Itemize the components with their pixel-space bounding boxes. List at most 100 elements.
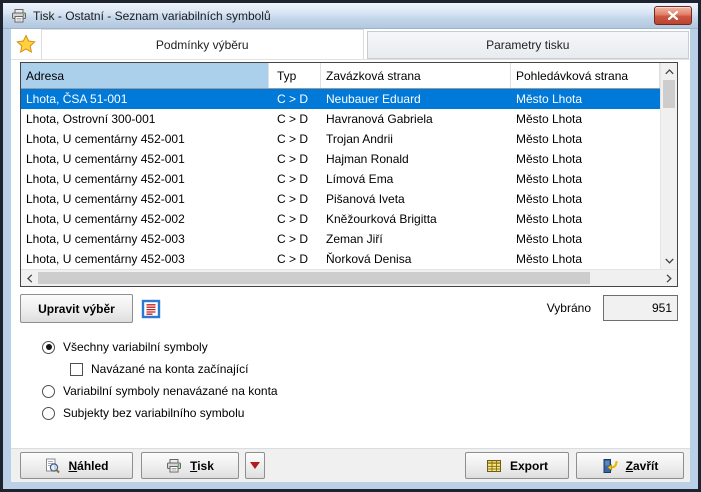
- tab-selection-conditions[interactable]: Podmínky výběru: [41, 29, 364, 59]
- table-cell[interactable]: C > D: [269, 109, 321, 129]
- radio-label: Variabilní symboly nenavázané na konta: [63, 384, 278, 398]
- dialog-client-area: Podmínky výběru Parametry tisku Adresa T…: [11, 29, 690, 482]
- table-cell[interactable]: Lhota, U cementárny 452-003: [21, 229, 269, 249]
- spreadsheet-icon: [486, 458, 502, 474]
- table-cell[interactable]: Límová Ema: [321, 169, 511, 189]
- tab-label: Parametry tisku: [486, 38, 569, 52]
- export-button[interactable]: Export: [465, 452, 569, 479]
- selection-list-button[interactable]: [138, 296, 164, 322]
- horizontal-scroll-thumb[interactable]: [38, 272, 590, 284]
- table-row[interactable]: Lhota, U cementárny 452-001C > DPišanová…: [21, 189, 660, 209]
- scroll-up-arrow-icon[interactable]: [661, 63, 677, 80]
- table-row[interactable]: Lhota, U cementárny 452-001C > DHajman R…: [21, 149, 660, 169]
- radio-label: Subjekty bez variabilního symbolu: [63, 406, 244, 420]
- column-header-zavazkova[interactable]: Zavázková strana: [321, 63, 511, 88]
- dropdown-arrow-icon: [250, 462, 260, 469]
- table-cell[interactable]: Lhota, U cementárny 452-001: [21, 129, 269, 149]
- table-row[interactable]: Lhota, U cementárny 452-001C > DTrojan A…: [21, 129, 660, 149]
- table-cell[interactable]: C > D: [269, 149, 321, 169]
- scroll-down-arrow-icon[interactable]: [661, 252, 677, 269]
- preview-button[interactable]: Náhled: [20, 452, 133, 479]
- selected-count-field: 951: [603, 295, 678, 321]
- radio-icon[interactable]: [42, 385, 55, 398]
- column-header-adresa[interactable]: Adresa: [21, 63, 269, 88]
- table-cell[interactable]: C > D: [269, 89, 321, 109]
- tab-strip: Podmínky výběru Parametry tisku: [11, 29, 690, 60]
- radio-icon[interactable]: [42, 407, 55, 420]
- table-cell[interactable]: Město Lhota: [511, 249, 660, 269]
- table-cell[interactable]: Zeman Jiří: [321, 229, 511, 249]
- window-title: Tisk - Ostatní - Seznam variabilních sym…: [33, 9, 271, 23]
- table-cell[interactable]: Město Lhota: [511, 129, 660, 149]
- favorite-button[interactable]: [11, 29, 41, 59]
- table-cell[interactable]: Lhota, U cementárny 452-002: [21, 209, 269, 229]
- column-header-typ[interactable]: Typ: [269, 63, 321, 88]
- radio-subjects-without-symbol[interactable]: Subjekty bez variabilního symbolu: [42, 406, 244, 420]
- table-cell[interactable]: Pišanová Iveta: [321, 189, 511, 209]
- table-cell[interactable]: Město Lhota: [511, 169, 660, 189]
- table-cell[interactable]: Trojan Andrii: [321, 129, 511, 149]
- radio-symbols-not-linked[interactable]: Variabilní symboly nenavázané na konta: [42, 384, 278, 398]
- table-row[interactable]: Lhota, U cementárny 452-003C > DZeman Ji…: [21, 229, 660, 249]
- table-cell[interactable]: Město Lhota: [511, 229, 660, 249]
- table-row[interactable]: Lhota, Ostrovní 300-001C > DHavranová Ga…: [21, 109, 660, 129]
- table-row[interactable]: Lhota, U cementárny 452-001C > DLímová E…: [21, 169, 660, 189]
- horizontal-scrollbar[interactable]: [21, 269, 677, 286]
- table-row[interactable]: Lhota, U cementárny 452-003C > DŇorková …: [21, 249, 660, 269]
- table-cell[interactable]: C > D: [269, 249, 321, 269]
- preview-button-label: Náhled: [68, 459, 108, 473]
- table-cell[interactable]: Město Lhota: [511, 109, 660, 129]
- table-cell[interactable]: Lhota, U cementárny 452-001: [21, 149, 269, 169]
- title-bar[interactable]: Tisk - Ostatní - Seznam variabilních sym…: [3, 3, 698, 29]
- table-cell[interactable]: Lhota, U cementárny 452-001: [21, 169, 269, 189]
- scroll-left-arrow-icon[interactable]: [21, 270, 38, 287]
- tab-label: Podmínky výběru: [156, 38, 249, 52]
- table-row[interactable]: Lhota, ČSA 51-001C > DNeubauer EduardMěs…: [21, 89, 660, 109]
- checkbox-linked-accounts[interactable]: Navázané na konta začínající: [70, 362, 248, 376]
- vertical-scrollbar[interactable]: [660, 63, 677, 269]
- star-icon: [16, 34, 36, 54]
- checkbox-box[interactable]: [70, 363, 83, 376]
- column-header-pohledavkova[interactable]: Pohledávková strana: [511, 63, 660, 88]
- print-button-label: Tisk: [190, 459, 214, 473]
- table-cell[interactable]: Město Lhota: [511, 89, 660, 109]
- table-cell[interactable]: Lhota, U cementárny 452-001: [21, 189, 269, 209]
- print-preview-icon: [44, 458, 60, 474]
- radio-all-variable-symbols[interactable]: Všechny variabilní symboly: [42, 340, 208, 354]
- close-icon: [667, 11, 679, 20]
- close-dialog-button[interactable]: Zavřít: [576, 452, 684, 479]
- close-button-label: Zavřít: [626, 459, 659, 473]
- vertical-scroll-thumb[interactable]: [663, 80, 675, 108]
- footer-bar: Náhled Tisk: [11, 448, 690, 482]
- table-cell[interactable]: Město Lhota: [511, 189, 660, 209]
- printer-icon: [166, 458, 182, 474]
- table-body: Lhota, ČSA 51-001C > DNeubauer EduardMěs…: [21, 89, 660, 269]
- table-cell[interactable]: Hajman Ronald: [321, 149, 511, 169]
- table-cell[interactable]: Město Lhota: [511, 149, 660, 169]
- radio-icon[interactable]: [42, 341, 55, 354]
- table-header-row: Adresa Typ Zavázková strana Pohledávková…: [21, 63, 660, 89]
- table-cell[interactable]: C > D: [269, 129, 321, 149]
- table-cell[interactable]: C > D: [269, 229, 321, 249]
- scroll-right-arrow-icon[interactable]: [660, 270, 677, 287]
- print-options-button[interactable]: [245, 452, 265, 479]
- table-cell[interactable]: Ňorková Denisa: [321, 249, 511, 269]
- checkbox-label: Navázané na konta začínající: [91, 362, 248, 376]
- print-button[interactable]: Tisk: [141, 452, 239, 479]
- export-button-label: Export: [510, 459, 548, 473]
- table-cell[interactable]: Lhota, Ostrovní 300-001: [21, 109, 269, 129]
- table-cell[interactable]: Havranová Gabriela: [321, 109, 511, 129]
- table-cell[interactable]: C > D: [269, 209, 321, 229]
- table-row[interactable]: Lhota, U cementárny 452-002C > DKněžourk…: [21, 209, 660, 229]
- table-cell[interactable]: Lhota, ČSA 51-001: [21, 89, 269, 109]
- table-cell[interactable]: Lhota, U cementárny 452-003: [21, 249, 269, 269]
- exit-door-icon: [602, 458, 618, 474]
- table-cell[interactable]: C > D: [269, 189, 321, 209]
- edit-selection-button[interactable]: Upravit výběr: [20, 294, 133, 323]
- close-window-button[interactable]: [654, 6, 692, 25]
- tab-print-parameters[interactable]: Parametry tisku: [367, 31, 690, 59]
- table-cell[interactable]: Neubauer Eduard: [321, 89, 511, 109]
- table-cell[interactable]: C > D: [269, 169, 321, 189]
- table-cell[interactable]: Město Lhota: [511, 209, 660, 229]
- table-cell[interactable]: Kněžourková Brigitta: [321, 209, 511, 229]
